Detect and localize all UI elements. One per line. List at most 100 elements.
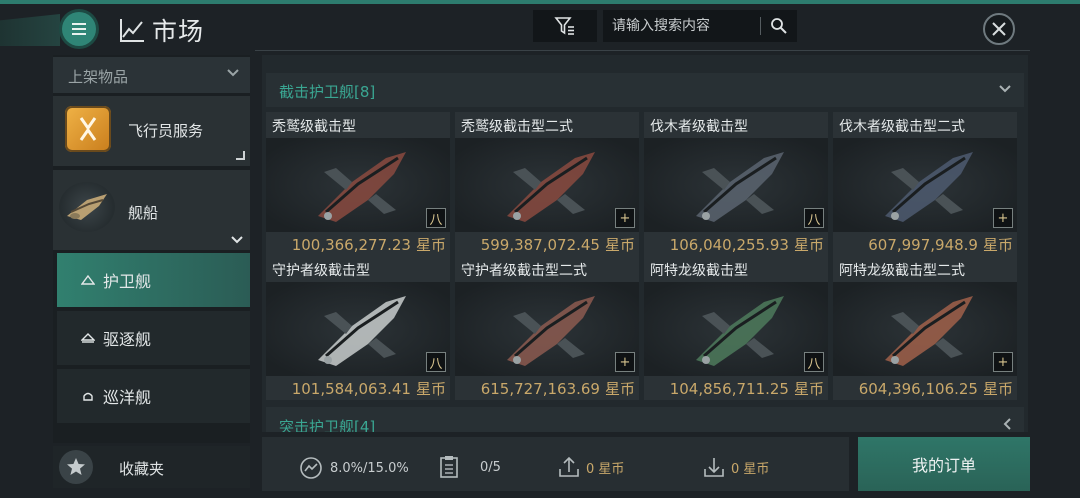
cruiser-class-icon	[83, 392, 93, 401]
currency-unit: 星币	[604, 236, 635, 254]
favorites-label: 收藏夹	[119, 460, 165, 478]
corner-marker-icon	[236, 151, 245, 160]
tech-plus-badge: +	[993, 208, 1013, 228]
ship-image	[266, 282, 450, 376]
ship-image	[833, 138, 1017, 232]
ship-image	[455, 282, 639, 376]
ship-card[interactable]: 阿特龙级截击型八 104,856,711.25 星币	[644, 256, 828, 400]
ship-price: 599,387,072.45 星币	[481, 234, 635, 255]
tax-gauge-icon	[300, 457, 322, 479]
search-input[interactable]	[603, 17, 760, 35]
tax-value: 8.0%/15.0%	[330, 460, 409, 476]
sidebar-item-cruiser[interactable]: 巡洋舰	[57, 369, 250, 423]
ship-name: 阿特龙级截击型	[650, 263, 748, 279]
sidebar-item-label: 护卫舰	[103, 272, 152, 291]
sidebar-item-frigate[interactable]: 护卫舰	[57, 253, 250, 307]
sidebar-item-label: 飞行员服务	[128, 122, 204, 140]
section-header-interceptor[interactable]: 截击护卫舰[8]	[266, 73, 1024, 107]
top-accent-line	[0, 0, 1080, 4]
ship-image	[644, 282, 828, 376]
sell-upload-icon	[559, 456, 579, 477]
search-box	[603, 10, 797, 42]
section-title: 突击护卫舰[4]	[279, 418, 376, 432]
filter-button[interactable]	[533, 10, 597, 42]
ship-price: 104,856,711.25 星币	[670, 378, 824, 399]
sidebar-item-label: 舰船	[128, 204, 159, 222]
currency-unit: 星币	[793, 236, 824, 254]
sidebar-item-label: 巡洋舰	[103, 388, 152, 407]
ship-card[interactable]: 守护者级截击型八 101,584,063.41 星币	[266, 256, 450, 400]
tech-plus-badge: +	[615, 352, 635, 372]
page-header: 市场	[118, 12, 204, 48]
ship-image	[455, 138, 639, 232]
destroyer-class-icon	[81, 333, 95, 343]
listed-items-label: 上架物品	[68, 68, 129, 86]
page-title: 市场	[152, 17, 205, 46]
ship-name: 伐木者级截击型	[650, 119, 748, 135]
section-title: 截击护卫舰[8]	[279, 83, 376, 101]
sidebar-item-destroyer[interactable]: 驱逐舰	[57, 311, 250, 365]
ship-card[interactable]: 守护者级截击型二式 +615,727,163.69 星币	[455, 256, 639, 400]
ship-category-icon	[59, 182, 115, 232]
ship-name: 秃鹫级截击型二式	[461, 119, 573, 135]
sell-total-value: 0 星币	[586, 461, 625, 477]
chevron-down-icon	[231, 236, 243, 244]
hamburger-icon	[72, 23, 86, 35]
ship-name: 守护者级截击型	[272, 263, 370, 279]
menu-button[interactable]	[62, 12, 96, 46]
tech-level-badge: 八	[426, 208, 446, 228]
currency-unit: 星币	[982, 236, 1013, 254]
listed-items-dropdown[interactable]: 上架物品	[53, 57, 250, 93]
currency-unit: 星币	[793, 380, 824, 398]
ship-price: 615,727,163.69 星币	[481, 378, 635, 399]
menu-decoration	[0, 14, 60, 46]
ship-name: 伐木者级截击型二式	[839, 119, 965, 135]
sidebar-item-ships[interactable]: 舰船	[53, 170, 250, 250]
my-orders-button[interactable]: 我的订单	[858, 437, 1030, 491]
favorites-button[interactable]: 收藏夹	[53, 446, 250, 488]
tech-plus-badge: +	[993, 352, 1013, 372]
filter-icon	[554, 17, 574, 35]
market-listing-panel: 截击护卫舰[8] 秃鹫级截击型八 100,366,277.23 星币 秃鹫级截击型二式…	[262, 55, 1028, 432]
chevron-down-icon	[999, 85, 1011, 93]
ship-card[interactable]: 伐木者级截击型八 106,040,255.93 星币	[644, 112, 828, 256]
ship-image	[644, 138, 828, 232]
price-value: 604,396,106.25	[858, 380, 978, 398]
ship-price: 604,396,106.25 星币	[859, 378, 1013, 399]
buy-total-value: 0 星币	[731, 461, 770, 477]
tech-level-badge: 八	[804, 352, 824, 372]
currency-unit: 星币	[415, 236, 446, 254]
ship-card[interactable]: 阿特龙级截击型二式 +604,396,106.25 星币	[833, 256, 1017, 400]
sidebar-item-label: 驱逐舰	[103, 330, 152, 349]
ship-card[interactable]: 秃鹫级截击型八 100,366,277.23 星币	[266, 112, 450, 256]
ship-name: 守护者级截击型二式	[461, 263, 587, 279]
tech-level-badge: 八	[426, 352, 446, 372]
header-divider	[255, 50, 1030, 51]
search-button[interactable]	[761, 17, 797, 35]
buy-total: 0 星币	[703, 455, 769, 479]
order-summary-bar: 8.0%/15.0% 0/5 0 星币 0 星币	[262, 437, 849, 491]
close-button[interactable]	[983, 13, 1015, 45]
currency-unit: 星币	[604, 380, 635, 398]
sell-total: 0 星币	[558, 455, 624, 479]
section-header-assault[interactable]: 突击护卫舰[4]	[266, 407, 1024, 432]
my-orders-label: 我的订单	[911, 456, 976, 475]
ship-name: 秃鹫级截击型	[272, 119, 356, 135]
sidebar-item-pilot-services[interactable]: 飞行员服务	[53, 96, 250, 166]
price-value: 106,040,255.93	[669, 236, 789, 254]
ship-card[interactable]: 伐木者级截击型二式 +607,997,948.9 星币	[833, 112, 1017, 256]
currency-unit: 星币	[415, 380, 446, 398]
ship-image	[833, 282, 1017, 376]
market-chart-icon	[120, 19, 144, 42]
ship-image	[266, 138, 450, 232]
tech-plus-badge: +	[615, 208, 635, 228]
chevron-down-icon	[227, 69, 239, 77]
search-icon	[771, 18, 787, 34]
clipboard-icon	[440, 456, 458, 478]
ship-card[interactable]: 秃鹫级截击型二式 +599,387,072.45 星币	[455, 112, 639, 256]
ship-price: 101,584,063.41 星币	[292, 378, 446, 399]
buy-download-icon	[704, 458, 724, 477]
ship-price: 607,997,948.9 星币	[868, 234, 1013, 255]
price-value: 615,727,163.69	[480, 380, 600, 398]
ship-price: 106,040,255.93 星币	[670, 234, 824, 255]
